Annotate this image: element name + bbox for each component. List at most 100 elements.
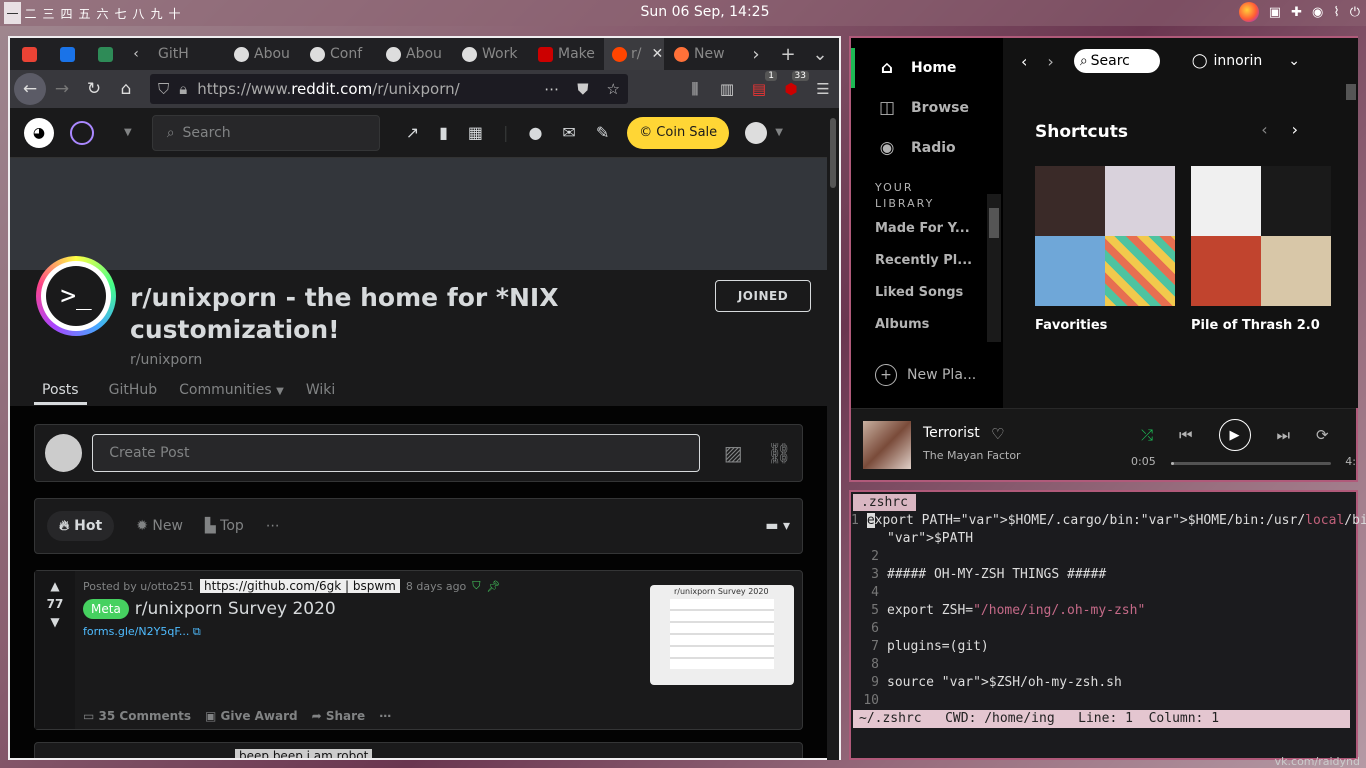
stats-icon[interactable]: ▮ xyxy=(439,123,448,142)
editor-line[interactable]: 3 ##### OH-MY-ZSH THINGS ##### xyxy=(851,566,1356,584)
tab-github[interactable]: GitHub xyxy=(109,382,158,405)
sidebar-scrollbar[interactable] xyxy=(987,194,1001,342)
nav-browse[interactable]: ◫ Browse xyxy=(851,88,1003,128)
workspace-4[interactable]: 四 xyxy=(58,2,75,24)
downvote-icon[interactable]: ▼ xyxy=(50,615,59,629)
url-text[interactable]: https://www.reddit.com/r/unixporn/ xyxy=(197,80,459,98)
share-button[interactable]: ➦ Share xyxy=(312,709,366,723)
forward-button[interactable]: → xyxy=(46,73,78,105)
workspace-10[interactable]: 十 xyxy=(166,2,183,24)
editor-line[interactable]: 10 xyxy=(851,692,1356,710)
forward-arrow-icon[interactable]: › xyxy=(1047,52,1053,71)
tab-github-4[interactable]: Abou xyxy=(376,38,452,70)
playlist-title-thrash[interactable]: Pile of Thrash 2.0 xyxy=(1191,318,1320,333)
coin-sale-button[interactable]: © Coin Sale xyxy=(627,116,730,149)
clipboard-icon[interactable]: ▣ xyxy=(1269,5,1281,20)
shield-icon[interactable]: ⛉ xyxy=(158,80,169,98)
page-scrollbar[interactable] xyxy=(827,108,839,760)
power-icon[interactable]: ⏻ xyxy=(1350,5,1360,20)
workspace-3[interactable]: 三 xyxy=(40,2,57,24)
image-icon[interactable]: ▨ xyxy=(724,441,743,465)
previous-icon[interactable]: ⏮ xyxy=(1179,426,1193,444)
workspace-8[interactable]: 八 xyxy=(130,2,147,24)
trending-icon[interactable]: ↗ xyxy=(406,123,419,142)
rpan-icon[interactable]: ▦ xyxy=(468,123,483,142)
new-tab-button[interactable]: + xyxy=(772,38,804,70)
terminal-window[interactable]: .zshrc 1 export PATH="var">$HOME/.cargo/b… xyxy=(849,490,1366,760)
user-dropdown-icon[interactable]: ▼ xyxy=(775,127,783,138)
workspace-1[interactable]: 一 xyxy=(4,2,21,24)
track-title[interactable]: Terrorist xyxy=(923,425,980,441)
workspace-5[interactable]: 五 xyxy=(76,2,93,24)
reddit-search[interactable]: ⌕ Search xyxy=(151,114,380,151)
playlist-title-favorities[interactable]: Favorities xyxy=(1035,318,1107,333)
comments-button[interactable]: ▭ 35 Comments xyxy=(83,709,191,723)
next-icon[interactable]: ⏭ xyxy=(1277,426,1291,444)
main-scrollbar-thumb[interactable] xyxy=(1346,84,1356,100)
sort-hot[interactable]: 🔥︎ Hot xyxy=(47,511,115,541)
tab-scroll-left[interactable]: ‹ xyxy=(124,38,148,70)
workspace-6[interactable]: 六 xyxy=(94,2,111,24)
chat-icon[interactable]: ● xyxy=(528,123,542,142)
nav-radio[interactable]: ◉ Radio xyxy=(851,128,1003,168)
reddit-logo-icon[interactable]: ◕ xyxy=(24,117,54,148)
plus-icon[interactable]: ✚ xyxy=(1291,5,1302,20)
more-options-icon[interactable]: ⋯ xyxy=(379,709,391,723)
tab-puzzle[interactable] xyxy=(86,38,124,70)
paperclip-icon[interactable]: ⌇ xyxy=(1333,5,1339,20)
editor-lines[interactable]: 1 export PATH="var">$HOME/.cargo/bin:"var… xyxy=(851,512,1366,710)
more-icon[interactable]: ⋯ xyxy=(266,518,280,534)
close-tab-icon[interactable]: ✕ xyxy=(651,46,663,62)
editor-line[interactable]: 8 xyxy=(851,656,1356,674)
playlist-cover-thrash[interactable] xyxy=(1191,166,1331,306)
user-menu[interactable]: ◯ innorin ⌄ xyxy=(1192,53,1300,69)
tab-new[interactable]: New xyxy=(664,38,740,70)
workspace-7[interactable]: 七 xyxy=(112,2,129,24)
sidebar-scrollbar-thumb[interactable] xyxy=(989,208,999,238)
tab-github-2[interactable]: Abou xyxy=(224,38,300,70)
editor-line[interactable]: 4 xyxy=(851,584,1356,602)
pocket-icon[interactable]: ⛊ xyxy=(577,80,588,98)
library-icon[interactable]: ⫼ xyxy=(683,77,707,101)
library-recently-played[interactable]: Recently Pl... xyxy=(851,244,973,276)
page-actions-icon[interactable]: ⋯ xyxy=(544,80,559,98)
editor-line[interactable]: 5 export ZSH="/home/ing/.oh-my-zsh" xyxy=(851,602,1356,620)
library-albums[interactable]: Albums xyxy=(851,308,973,340)
award-button[interactable]: ▣ Give Award xyxy=(205,709,298,723)
editor-line[interactable]: 7 plugins=(git) xyxy=(851,638,1356,656)
upvote-icon[interactable]: ▲ xyxy=(50,579,59,593)
post-title[interactable]: r/unixporn Survey 2020 xyxy=(135,599,336,619)
menu-icon[interactable]: ☰ xyxy=(811,77,835,101)
home-button[interactable]: ⌂ xyxy=(110,73,142,105)
tab-github-5[interactable]: Work xyxy=(452,38,528,70)
joined-button[interactable]: JOINED xyxy=(715,280,811,312)
repeat-icon[interactable]: ⟳ xyxy=(1316,426,1329,444)
tab-communities[interactable]: Communities ▼ xyxy=(179,382,284,405)
tab-gmail[interactable] xyxy=(10,38,48,70)
editor-line[interactable]: 6 xyxy=(851,620,1356,638)
spotify-search[interactable]: ⌕ Searc xyxy=(1073,49,1160,73)
create-post-icon[interactable]: ✎ xyxy=(596,123,609,142)
sort-top[interactable]: ▙ Top xyxy=(205,518,244,534)
scrollbar-thumb[interactable] xyxy=(830,118,836,188)
next-arrow-icon[interactable]: › xyxy=(1292,120,1298,139)
new-playlist-button[interactable]: + New Pla... xyxy=(875,364,976,386)
workspace-2[interactable]: 二 xyxy=(22,2,39,24)
prev-arrow-icon[interactable]: ‹ xyxy=(1261,120,1267,139)
link-icon[interactable]: ⛓ xyxy=(767,441,792,465)
heart-icon[interactable]: ♡ xyxy=(991,425,1004,443)
bookmark-star-icon[interactable]: ☆ xyxy=(607,80,620,98)
tab-wiki[interactable]: Wiki xyxy=(306,382,335,405)
playlist-cover-favorities[interactable] xyxy=(1035,166,1175,306)
mail-icon[interactable]: ✉ xyxy=(562,123,575,142)
workspace-9[interactable]: 九 xyxy=(148,2,165,24)
tab-github-1[interactable]: GitH xyxy=(148,38,224,70)
post-flair[interactable]: Meta xyxy=(83,599,129,619)
sort-new[interactable]: ✹ New xyxy=(136,518,183,534)
tab-make[interactable]: Make xyxy=(528,38,604,70)
progress-bar[interactable] xyxy=(1171,462,1331,465)
back-arrow-icon[interactable]: ‹ xyxy=(1021,52,1027,71)
sidebar-icon[interactable]: ▥ xyxy=(715,77,739,101)
track-artist[interactable]: The Mayan Factor xyxy=(923,449,1021,462)
community-dropdown-icon[interactable]: ▼ xyxy=(124,127,132,138)
